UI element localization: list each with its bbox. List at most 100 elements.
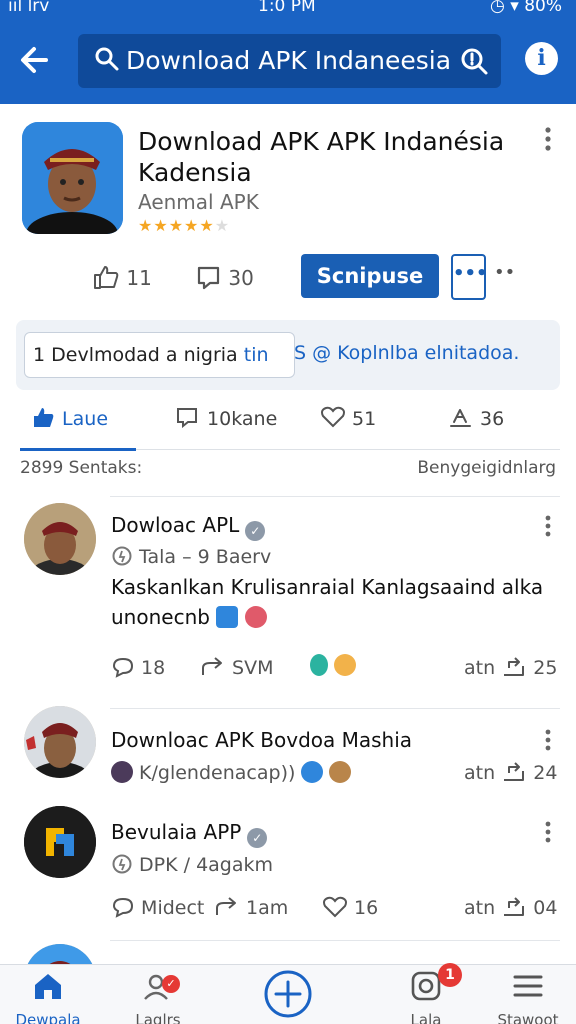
lens-search-icon[interactable] xyxy=(459,46,489,76)
notification-badge: 1 xyxy=(438,963,462,987)
post-menu-icon[interactable] xyxy=(542,514,554,538)
comment-count: Midect xyxy=(141,897,205,919)
install-button[interactable]: Scnipuse xyxy=(301,254,439,298)
nav-home-label: Dewpala xyxy=(15,1011,81,1024)
tab-shares[interactable]: 36 xyxy=(448,406,504,430)
nav-people[interactable]: ✓ Laglrs xyxy=(110,971,206,1024)
tab-comments[interactable]: 10kane xyxy=(175,406,277,430)
author-name: Bevulaia APP xyxy=(111,820,242,844)
post-meta: K/glendenacap)) xyxy=(111,761,352,784)
suggestion-chip-download[interactable]: 1 Devlmodad a nigria tin xyxy=(24,332,295,378)
sort-link[interactable]: Benygeigidnlarg xyxy=(417,458,556,478)
signal-status: ııl lrv xyxy=(8,0,50,16)
post-menu-icon[interactable] xyxy=(542,728,554,752)
repost-count: 24 xyxy=(533,762,558,784)
content-tabs: Laue 10kane 51 36 xyxy=(20,398,560,451)
verified-icon: ✓ xyxy=(245,521,266,541)
star-icon: ★ xyxy=(184,216,200,235)
share-action[interactable]: 1am xyxy=(214,896,288,919)
nav-people-label: Laglrs xyxy=(135,1011,181,1024)
divider xyxy=(110,708,560,709)
tab-like[interactable]: Laue xyxy=(32,406,108,430)
divider xyxy=(110,496,560,497)
post-menu-icon[interactable] xyxy=(542,820,554,844)
repost-action[interactable]: atn 24 xyxy=(464,761,557,784)
post-meta-text: Tala – 9 Baerv xyxy=(139,546,272,568)
like-count: 16 xyxy=(354,897,379,919)
comment-action[interactable]: Midect xyxy=(111,896,204,919)
nav-instagram[interactable]: 1 Lala xyxy=(378,963,474,1024)
result-count: 2899 Sentaks: xyxy=(20,458,143,478)
star-icon: ★ xyxy=(199,216,215,235)
post-meta: DPK / 4agakm xyxy=(111,853,273,876)
repost-count: 25 xyxy=(533,657,558,679)
tab-comments-label: 10kane xyxy=(207,408,278,430)
comment-count: 18 xyxy=(141,657,166,679)
mask-emoji-icon xyxy=(111,761,133,783)
active-tab-indicator xyxy=(20,448,136,451)
nav-home[interactable]: Dewpala xyxy=(0,971,96,1024)
nav-list[interactable]: Stawoot xyxy=(480,971,576,1024)
avatar[interactable] xyxy=(24,503,96,575)
save-stat[interactable]: 30 xyxy=(196,264,254,290)
post-meta: Tala – 9 Baerv xyxy=(111,545,271,568)
app-card: Download APK APK Indanésia Kadensia Aenm… xyxy=(0,104,576,316)
tab-hearts[interactable]: 51 xyxy=(320,406,376,430)
overflow-dots-icon[interactable]: •• xyxy=(494,262,515,283)
app-header: ııl lrv 1:0 PM ◷ ▾ 80% Download APK Inda… xyxy=(0,0,576,104)
post-author[interactable]: Downloac APK Bovdoa Mashia xyxy=(111,728,412,752)
like-stat[interactable]: 11 xyxy=(92,264,152,290)
flutter-icon xyxy=(216,606,239,628)
suggestion-chip-link[interactable]: S @ Koplnlba elnitadoa. xyxy=(294,342,519,364)
back-arrow-icon[interactable] xyxy=(18,40,52,80)
tab-shares-label: 36 xyxy=(480,408,505,430)
share-action[interactable]: SVM xyxy=(200,656,274,679)
reaction-emojis[interactable] xyxy=(310,654,357,677)
post-time: atn xyxy=(464,657,496,679)
nav-list-label: Stawoot xyxy=(497,1011,559,1024)
repost-action[interactable]: atn 04 xyxy=(464,896,557,919)
nav-add[interactable] xyxy=(240,970,336,1023)
post-body-text: Kaskanlkan Krulisanraial Kanlagsaaind al… xyxy=(111,575,544,629)
status-bar: ııl lrv 1:0 PM ◷ ▾ 80% xyxy=(0,0,576,18)
notification-badge: ✓ xyxy=(162,975,180,993)
add-circle-icon xyxy=(264,970,312,1018)
post-meta-text: DPK / 4agakm xyxy=(139,854,274,876)
tab-hearts-label: 51 xyxy=(352,408,377,430)
app-icon[interactable] xyxy=(22,122,123,234)
bird-emoji-icon xyxy=(310,654,328,676)
star-empty-icon: ★ xyxy=(214,216,231,235)
repost-action[interactable]: atn 25 xyxy=(464,656,557,679)
search-icon xyxy=(94,46,120,72)
list-icon xyxy=(513,975,543,997)
more-options-button[interactable]: ••• xyxy=(451,254,488,300)
post-time: atn xyxy=(464,897,496,919)
divider xyxy=(110,940,560,941)
verified-icon: ✓ xyxy=(247,828,268,848)
app-avatar[interactable] xyxy=(24,806,96,878)
post-meta-text: K/glendenacap)) xyxy=(139,762,296,784)
like-action[interactable]: 16 xyxy=(322,896,378,919)
like-count: 11 xyxy=(126,266,152,290)
globe-emoji-icon xyxy=(301,761,324,783)
info-icon[interactable]: i xyxy=(525,42,558,75)
comment-action[interactable]: 18 xyxy=(111,656,165,679)
post-body: Kaskanlkan Krulisanraial Kanlagsaaind al… xyxy=(111,572,551,632)
status-time: 1:0 PM xyxy=(258,0,316,16)
chip-label: 1 Devlmodad a nigria xyxy=(33,344,244,366)
search-text: Download APK Indaneesia xyxy=(126,46,452,75)
chip-accent: tin xyxy=(243,344,269,366)
post-author[interactable]: Dowloac APL ✓ xyxy=(111,513,266,541)
author-name: Dowloac APL xyxy=(111,513,240,537)
post-time: atn xyxy=(464,762,496,784)
search-input[interactable]: Download APK Indaneesia xyxy=(78,34,501,88)
suggestion-chips: 1 Devlmodad a nigria tin S @ Koplnlba el… xyxy=(16,320,560,390)
tab-like-label: Laue xyxy=(62,408,109,430)
repost-count: 04 xyxy=(533,897,558,919)
battery-status: ◷ ▾ 80% xyxy=(490,0,562,16)
app-menu-icon[interactable] xyxy=(540,126,556,152)
avatar[interactable] xyxy=(24,706,96,778)
app-developer[interactable]: Aenmal APK xyxy=(138,190,259,214)
post-author[interactable]: Bevulaia APP ✓ xyxy=(111,820,268,848)
app-title: Download APK APK Indanésia Kadensia xyxy=(138,127,505,187)
